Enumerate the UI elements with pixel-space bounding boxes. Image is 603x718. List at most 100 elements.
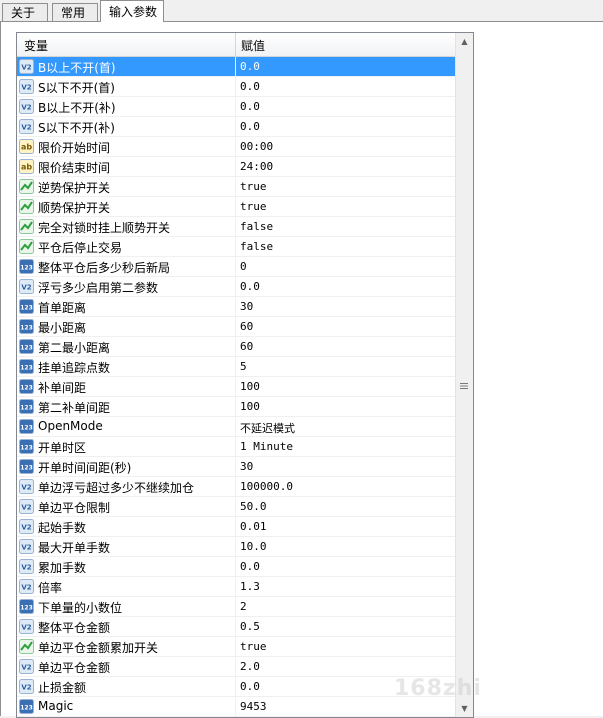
parameter-row[interactable]: V2 最大开单手数 10.0 bbox=[17, 537, 455, 557]
parameter-value[interactable]: 5 bbox=[240, 360, 247, 373]
parameter-name-cell[interactable]: V2 B以上不开(首) bbox=[17, 57, 236, 77]
parameter-row[interactable]: V2 单边平仓金额 2.0 bbox=[17, 657, 455, 677]
tab-input-parameters[interactable]: 输入参数 bbox=[100, 0, 164, 22]
parameter-row[interactable]: ab 限价结束时间 24:00 bbox=[17, 157, 455, 177]
parameter-value-cell[interactable]: 50.0 bbox=[236, 497, 455, 517]
parameter-row[interactable]: V2 单边浮亏超过多少不继续加仓 100000.0 bbox=[17, 477, 455, 497]
parameter-name-cell[interactable]: 单边平仓金额累加开关 bbox=[17, 637, 236, 657]
parameter-name-cell[interactable]: ab 限价结束时间 bbox=[17, 157, 236, 177]
parameter-row[interactable]: V2 浮亏多少启用第二参数 0.0 bbox=[17, 277, 455, 297]
parameter-name-cell[interactable]: V2 S以下不开(补) bbox=[17, 117, 236, 137]
parameter-value-cell[interactable]: 0.0 bbox=[236, 57, 455, 77]
parameter-name-cell[interactable]: V2 起始手数 bbox=[17, 517, 236, 537]
parameter-row[interactable]: 123 Magic 9453 bbox=[17, 697, 455, 717]
parameter-row[interactable]: ab 限价开始时间 00:00 bbox=[17, 137, 455, 157]
parameter-value[interactable]: 2.0 bbox=[240, 660, 260, 673]
parameter-name-cell[interactable]: 123 整体平仓后多少秒后新局 bbox=[17, 257, 236, 277]
parameter-value[interactable]: 0.0 bbox=[240, 80, 260, 93]
parameter-value[interactable]: 100 bbox=[240, 400, 260, 413]
parameter-row[interactable]: 顺势保护开关 true bbox=[17, 197, 455, 217]
parameter-value-cell[interactable]: 2.0 bbox=[236, 657, 455, 677]
parameter-value[interactable]: 9453 bbox=[240, 700, 267, 713]
parameter-value[interactable]: 0.0 bbox=[240, 100, 260, 113]
parameter-value-cell[interactable]: 0.5 bbox=[236, 617, 455, 637]
parameter-name-cell[interactable]: 完全对锁时挂上顺势开关 bbox=[17, 217, 236, 237]
parameter-name-cell[interactable]: 123 首单距离 bbox=[17, 297, 236, 317]
parameter-value-cell[interactable]: 1.3 bbox=[236, 577, 455, 597]
column-separator[interactable] bbox=[235, 33, 236, 56]
parameter-value[interactable]: true bbox=[240, 640, 267, 653]
parameter-value-cell[interactable]: 0.0 bbox=[236, 557, 455, 577]
parameter-value-cell[interactable]: 0.0 bbox=[236, 77, 455, 97]
parameter-name-cell[interactable]: 123 Magic bbox=[17, 697, 236, 717]
parameter-value-cell[interactable]: 100 bbox=[236, 397, 455, 417]
parameter-value-cell[interactable]: 0.0 bbox=[236, 97, 455, 117]
parameter-value[interactable]: 60 bbox=[240, 340, 253, 353]
parameter-name-cell[interactable]: V2 整体平仓金额 bbox=[17, 617, 236, 637]
parameter-value[interactable]: 0.0 bbox=[240, 680, 260, 693]
parameter-value[interactable]: 0.0 bbox=[240, 60, 260, 73]
parameter-row[interactable]: 123 补单间距 100 bbox=[17, 377, 455, 397]
parameter-value[interactable]: 100 bbox=[240, 380, 260, 393]
parameter-name-cell[interactable]: V2 累加手数 bbox=[17, 557, 236, 577]
parameter-value-cell[interactable]: 不延迟模式 bbox=[236, 417, 455, 437]
parameter-value-cell[interactable]: false bbox=[236, 237, 455, 257]
parameter-name-cell[interactable]: V2 B以上不开(补) bbox=[17, 97, 236, 117]
parameter-value[interactable]: 00:00 bbox=[240, 140, 273, 153]
parameter-row[interactable]: 123 第二最小距离 60 bbox=[17, 337, 455, 357]
scroll-thumb-grip-icon[interactable] bbox=[460, 379, 468, 389]
parameter-value-cell[interactable]: 0.0 bbox=[236, 277, 455, 297]
parameter-name-cell[interactable]: 123 最小距离 bbox=[17, 317, 236, 337]
parameter-value-cell[interactable]: 100 bbox=[236, 377, 455, 397]
parameter-name-cell[interactable]: 123 OpenMode bbox=[17, 417, 236, 437]
parameter-name-cell[interactable]: 逆势保护开关 bbox=[17, 177, 236, 197]
parameter-value[interactable]: 30 bbox=[240, 460, 253, 473]
parameter-value[interactable]: 0.0 bbox=[240, 560, 260, 573]
parameter-value-cell[interactable]: false bbox=[236, 217, 455, 237]
parameter-value[interactable]: 0.01 bbox=[240, 520, 267, 533]
parameter-row[interactable]: 123 下单量的小数位 2 bbox=[17, 597, 455, 617]
parameter-row[interactable]: V2 S以下不开(首) 0.0 bbox=[17, 77, 455, 97]
parameter-name-cell[interactable]: 123 下单量的小数位 bbox=[17, 597, 236, 617]
scroll-down-arrow-icon[interactable]: ▼ bbox=[456, 700, 473, 717]
parameter-row[interactable]: V2 起始手数 0.01 bbox=[17, 517, 455, 537]
parameter-value[interactable]: 0.5 bbox=[240, 620, 260, 633]
parameter-row[interactable]: 123 整体平仓后多少秒后新局 0 bbox=[17, 257, 455, 277]
parameter-value-cell[interactable]: 00:00 bbox=[236, 137, 455, 157]
parameter-row[interactable]: 123 开单时间间距(秒) 30 bbox=[17, 457, 455, 477]
parameter-row[interactable]: V2 B以上不开(首) 0.0 bbox=[17, 57, 455, 77]
parameter-row[interactable]: 平仓后停止交易 false bbox=[17, 237, 455, 257]
parameter-row[interactable]: V2 整体平仓金额 0.5 bbox=[17, 617, 455, 637]
parameter-row[interactable]: V2 止损金额 0.0 bbox=[17, 677, 455, 697]
parameter-name-cell[interactable]: 123 补单间距 bbox=[17, 377, 236, 397]
parameter-row[interactable]: 123 第二补单间距 100 bbox=[17, 397, 455, 417]
column-header-value[interactable]: 赋值 bbox=[241, 37, 265, 54]
tab-common[interactable]: 常用 bbox=[52, 3, 98, 21]
parameter-value-cell[interactable]: 0.01 bbox=[236, 517, 455, 537]
parameter-value[interactable]: 0.0 bbox=[240, 280, 260, 293]
parameter-value-cell[interactable]: true bbox=[236, 637, 455, 657]
parameter-name-cell[interactable]: V2 最大开单手数 bbox=[17, 537, 236, 557]
parameter-value-cell[interactable]: true bbox=[236, 177, 455, 197]
parameter-name-cell[interactable]: V2 单边平仓金额 bbox=[17, 657, 236, 677]
parameter-row[interactable]: V2 倍率 1.3 bbox=[17, 577, 455, 597]
parameter-value[interactable]: 2 bbox=[240, 600, 247, 613]
parameter-value[interactable]: 0 bbox=[240, 260, 247, 273]
parameter-value[interactable]: 50.0 bbox=[240, 500, 267, 513]
parameter-value[interactable]: false bbox=[240, 240, 273, 253]
parameter-row[interactable]: V2 单边平仓限制 50.0 bbox=[17, 497, 455, 517]
parameter-value-cell[interactable]: true bbox=[236, 197, 455, 217]
vertical-scrollbar[interactable]: ▲ ▼ bbox=[455, 33, 473, 717]
parameter-row[interactable]: 单边平仓金额累加开关 true bbox=[17, 637, 455, 657]
parameter-row[interactable]: 逆势保护开关 true bbox=[17, 177, 455, 197]
parameter-value-cell[interactable]: 0 bbox=[236, 257, 455, 277]
parameter-row[interactable]: V2 累加手数 0.0 bbox=[17, 557, 455, 577]
parameter-name-cell[interactable]: 123 开单时间间距(秒) bbox=[17, 457, 236, 477]
parameter-name-cell[interactable]: 平仓后停止交易 bbox=[17, 237, 236, 257]
parameter-value[interactable]: 0.0 bbox=[240, 120, 260, 133]
parameter-value[interactable]: 24:00 bbox=[240, 160, 273, 173]
parameter-name-cell[interactable]: V2 S以下不开(首) bbox=[17, 77, 236, 97]
parameter-value[interactable]: 30 bbox=[240, 300, 253, 313]
parameter-value-cell[interactable]: 24:00 bbox=[236, 157, 455, 177]
parameter-value-cell[interactable]: 2 bbox=[236, 597, 455, 617]
